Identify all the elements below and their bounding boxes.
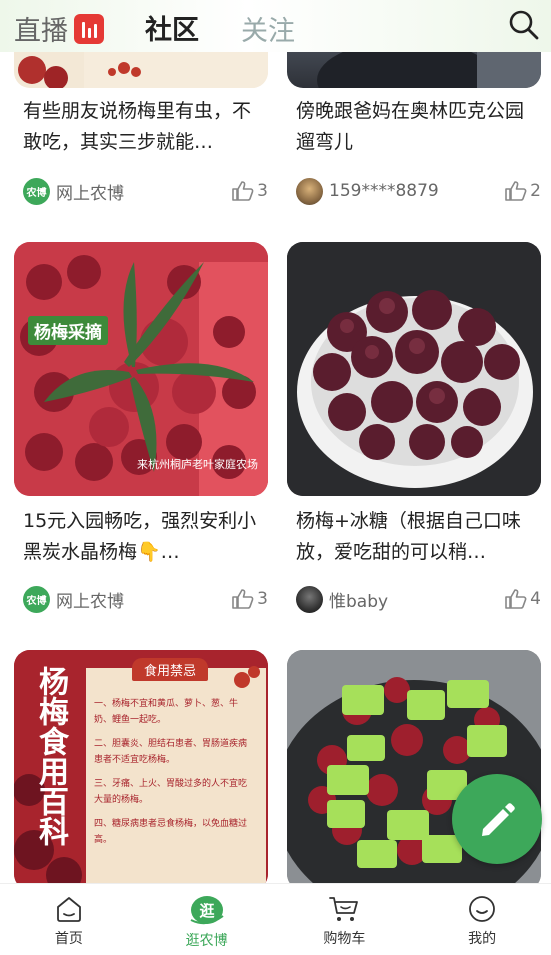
cart-icon [329, 897, 359, 921]
image-list-item: 三、牙痛、上火、胃酸过多的人不宜吃大量的杨梅。 [94, 779, 248, 805]
community-feed[interactable]: 有些朋友说杨梅里有虫，不敢吃，其实三步就能… 农博 网上农博 3 傍晚跟爸妈在奥… [0, 0, 551, 883]
thumbs-up-icon [232, 181, 254, 201]
bottom-nav: 首页 逛 逛农博 购物车 我的 [0, 883, 551, 955]
nav-cart-label: 购物车 [323, 931, 366, 947]
author-name[interactable]: 159****8879 [329, 181, 504, 201]
avatar-text: 农博 [26, 187, 47, 199]
post-meta: 农博 网上农博 3 [23, 585, 268, 613]
post-title[interactable]: 有些朋友说杨梅里有虫，不敢吃，其实三步就能… [23, 96, 263, 158]
post-image[interactable]: 杨梅采摘 来杭州桐庐老叶家庭农场 [14, 242, 268, 496]
tab-live[interactable]: 直播 [14, 9, 104, 48]
nav-home[interactable]: 首页 [0, 884, 138, 955]
candied-bayberry-photo [287, 242, 541, 496]
post-image[interactable]: 杨梅食用百科 食用禁忌 一、杨梅不宜和黄瓜、萝卜、葱、牛奶、鲤鱼一起吃。 二、胆… [14, 650, 268, 883]
post-meta: 惟baby 4 [296, 585, 541, 613]
search-icon [509, 10, 539, 40]
image-footer: 来杭州桐庐老叶家庭农场 [137, 458, 258, 471]
tab-community[interactable]: 社区 [145, 8, 199, 47]
home-icon [56, 897, 81, 922]
like-count: 3 [257, 181, 268, 201]
tab-live-label: 直播 [14, 16, 68, 47]
image-list-item: 一、杨梅不宜和黄瓜、萝卜、葱、牛奶、鲤鱼一起吃。 [94, 699, 239, 725]
top-bar: 直播 社区 关注 [0, 0, 551, 52]
image-list-item: 四、糖尿病患者忌食杨梅，以免血糖过高。 [94, 819, 248, 845]
post-meta: 159****8879 2 [296, 177, 541, 205]
thumbs-up-icon [505, 589, 527, 609]
image-caption: 杨梅采摘 [28, 316, 108, 345]
browse-logo-icon: 逛 [190, 896, 224, 925]
like-button[interactable]: 2 [504, 180, 541, 202]
live-bars-icon [74, 13, 104, 44]
post-title[interactable]: 杨梅+冰糖（根据自己口味放，爱吃甜的可以稍… [296, 506, 536, 568]
post-title[interactable]: 傍晚跟爸妈在奥林匹克公园遛弯儿 [296, 96, 536, 158]
nav-cart[interactable]: 购物车 [276, 884, 414, 955]
post-image[interactable] [287, 242, 541, 496]
author-name[interactable]: 网上农博 [56, 587, 231, 612]
like-button[interactable]: 3 [231, 180, 268, 202]
thumbs-up-icon [232, 589, 254, 609]
avatar[interactable] [296, 177, 323, 205]
search-button[interactable] [508, 9, 540, 41]
author-name[interactable]: 惟baby [329, 587, 504, 612]
nav-browse[interactable]: 逛 逛农博 [138, 884, 276, 955]
like-button[interactable]: 4 [504, 588, 541, 610]
image-list: 一、杨梅不宜和黄瓜、萝卜、葱、牛奶、鲤鱼一起吃。 二、胆囊炎、胆结石患者、胃肠道… [94, 696, 254, 848]
create-post-button[interactable] [452, 774, 542, 864]
avatar[interactable]: 农博 [23, 585, 50, 613]
svg-text:逛: 逛 [199, 902, 214, 920]
post-title[interactable]: 15元入园畅吃，强烈安利小黑炭水晶杨梅👇… [23, 506, 263, 568]
avatar[interactable]: 农博 [23, 177, 50, 205]
nav-browse-label: 逛农博 [185, 933, 228, 949]
like-count: 3 [257, 589, 268, 609]
tab-follow-label: 关注 [241, 16, 295, 47]
avatar[interactable] [296, 585, 323, 613]
thumbs-up-icon [505, 181, 527, 201]
like-count: 4 [530, 589, 541, 609]
tab-follow[interactable]: 关注 [241, 9, 295, 48]
image-heading: 食用禁忌 [132, 658, 209, 681]
nav-home-label: 首页 [54, 931, 83, 947]
avatar-text: 农博 [26, 595, 47, 607]
author-name[interactable]: 网上农博 [56, 179, 231, 204]
nav-me[interactable]: 我的 [413, 884, 551, 955]
like-count: 2 [530, 181, 541, 201]
post-meta: 农博 网上农博 3 [23, 177, 268, 205]
nav-me-label: 我的 [468, 931, 497, 947]
smiley-icon [469, 896, 496, 922]
pencil-icon [482, 803, 515, 836]
like-button[interactable]: 3 [231, 588, 268, 610]
image-vertical-text: 杨梅食用百科 [33, 666, 68, 846]
image-list-item: 二、胆囊炎、胆结石患者、胃肠道疾病患者不适宜吃杨梅。 [94, 739, 248, 765]
tab-community-label: 社区 [145, 15, 199, 46]
